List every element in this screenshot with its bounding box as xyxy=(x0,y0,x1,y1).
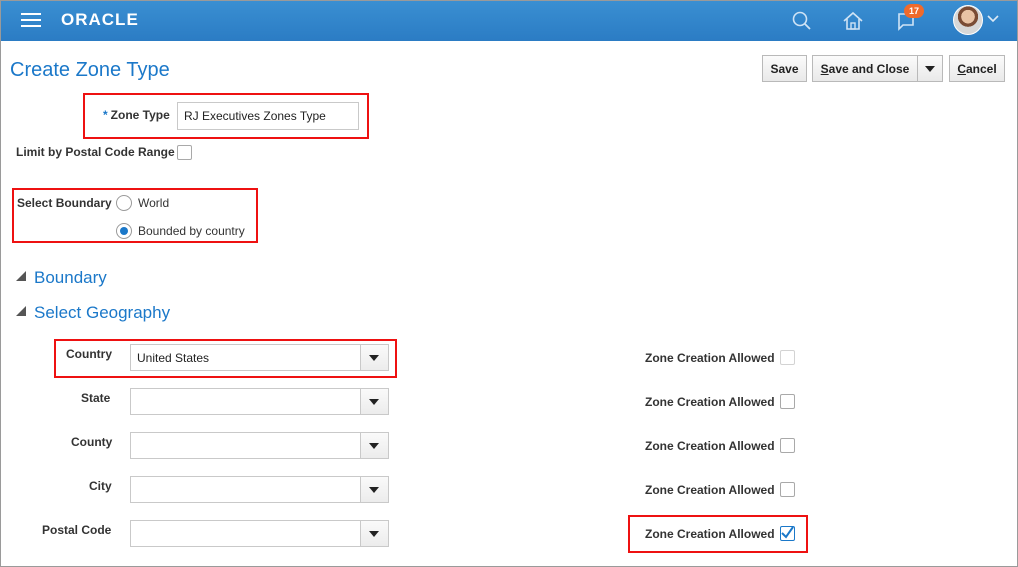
top-bar: ORACLE 17 xyxy=(1,1,1017,41)
select-boundary-label: Select Boundary xyxy=(17,196,112,210)
postal-code-zone-creation-checkbox[interactable] xyxy=(780,526,795,541)
boundary-world-radio[interactable] xyxy=(116,195,132,211)
county-select[interactable] xyxy=(130,432,389,459)
county-zone-creation-checkbox[interactable] xyxy=(780,438,795,453)
country-select[interactable]: United States xyxy=(130,344,389,371)
postal-code-select[interactable] xyxy=(130,520,389,547)
limit-postal-range-checkbox[interactable] xyxy=(177,145,192,160)
cancel-label: ancel xyxy=(965,62,997,76)
zone-type-label: * Zone Type xyxy=(103,108,170,122)
boundary-country-radio[interactable] xyxy=(116,223,132,239)
country-label: Country xyxy=(66,347,112,361)
dropdown-arrow-icon[interactable] xyxy=(360,521,388,546)
search-icon[interactable] xyxy=(788,7,816,35)
home-icon[interactable] xyxy=(839,7,867,35)
dropdown-arrow-icon[interactable] xyxy=(360,345,388,370)
cancel-accesskey: C xyxy=(957,62,966,76)
country-value: United States xyxy=(137,351,210,365)
cancel-button[interactable]: Cancel xyxy=(949,55,1005,82)
state-select[interactable] xyxy=(130,388,389,415)
collapse-triangle-icon xyxy=(16,271,26,281)
save-and-close-button[interactable]: Save and Close xyxy=(812,55,918,82)
page-title: Create Zone Type xyxy=(10,59,170,81)
city-zone-creation-label: Zone Creation Allowed xyxy=(645,483,775,497)
boundary-world-label[interactable]: World xyxy=(138,196,169,210)
postal-code-label: Postal Code xyxy=(42,523,112,537)
section-geography-title: Select Geography xyxy=(34,303,171,322)
zone-type-input[interactable] xyxy=(177,102,359,130)
state-zone-creation-checkbox[interactable] xyxy=(780,394,795,409)
section-boundary-title: Boundary xyxy=(34,268,107,287)
required-indicator: * xyxy=(103,108,108,122)
city-label: City xyxy=(89,479,112,493)
save-and-close-label: ave and Close xyxy=(828,62,910,76)
dropdown-arrow-icon[interactable] xyxy=(360,389,388,414)
country-zone-creation-checkbox[interactable] xyxy=(780,350,795,365)
user-avatar[interactable] xyxy=(953,5,983,35)
county-label: County xyxy=(71,435,113,449)
section-boundary[interactable]: Boundary xyxy=(16,268,107,288)
dropdown-arrow-icon[interactable] xyxy=(360,433,388,458)
chevron-down-icon[interactable] xyxy=(987,15,999,23)
checkmark-icon xyxy=(781,526,794,539)
postal-code-zone-creation-label: Zone Creation Allowed xyxy=(645,527,775,541)
notification-badge[interactable]: 17 xyxy=(904,4,925,18)
country-zone-creation-label: Zone Creation Allowed xyxy=(645,351,775,365)
boundary-country-label[interactable]: Bounded by country xyxy=(138,224,245,238)
limit-postal-range-label: Limit by Postal Code Range xyxy=(16,145,175,159)
menu-icon[interactable] xyxy=(21,13,41,29)
city-select[interactable] xyxy=(130,476,389,503)
save-and-close-accesskey: S xyxy=(820,62,829,76)
save-options-dropdown-button[interactable] xyxy=(917,55,943,82)
collapse-triangle-icon xyxy=(16,306,26,316)
section-select-geography[interactable]: Select Geography xyxy=(16,303,170,323)
state-zone-creation-label: Zone Creation Allowed xyxy=(645,395,775,409)
state-label: State xyxy=(81,391,111,405)
city-zone-creation-checkbox[interactable] xyxy=(780,482,795,497)
caret-down-icon xyxy=(925,66,935,72)
zone-type-label-text: Zone Type xyxy=(110,108,170,122)
county-zone-creation-label: Zone Creation Allowed xyxy=(645,439,775,453)
dropdown-arrow-icon[interactable] xyxy=(360,477,388,502)
save-button[interactable]: Save xyxy=(762,55,807,82)
oracle-logo: ORACLE xyxy=(61,10,139,29)
